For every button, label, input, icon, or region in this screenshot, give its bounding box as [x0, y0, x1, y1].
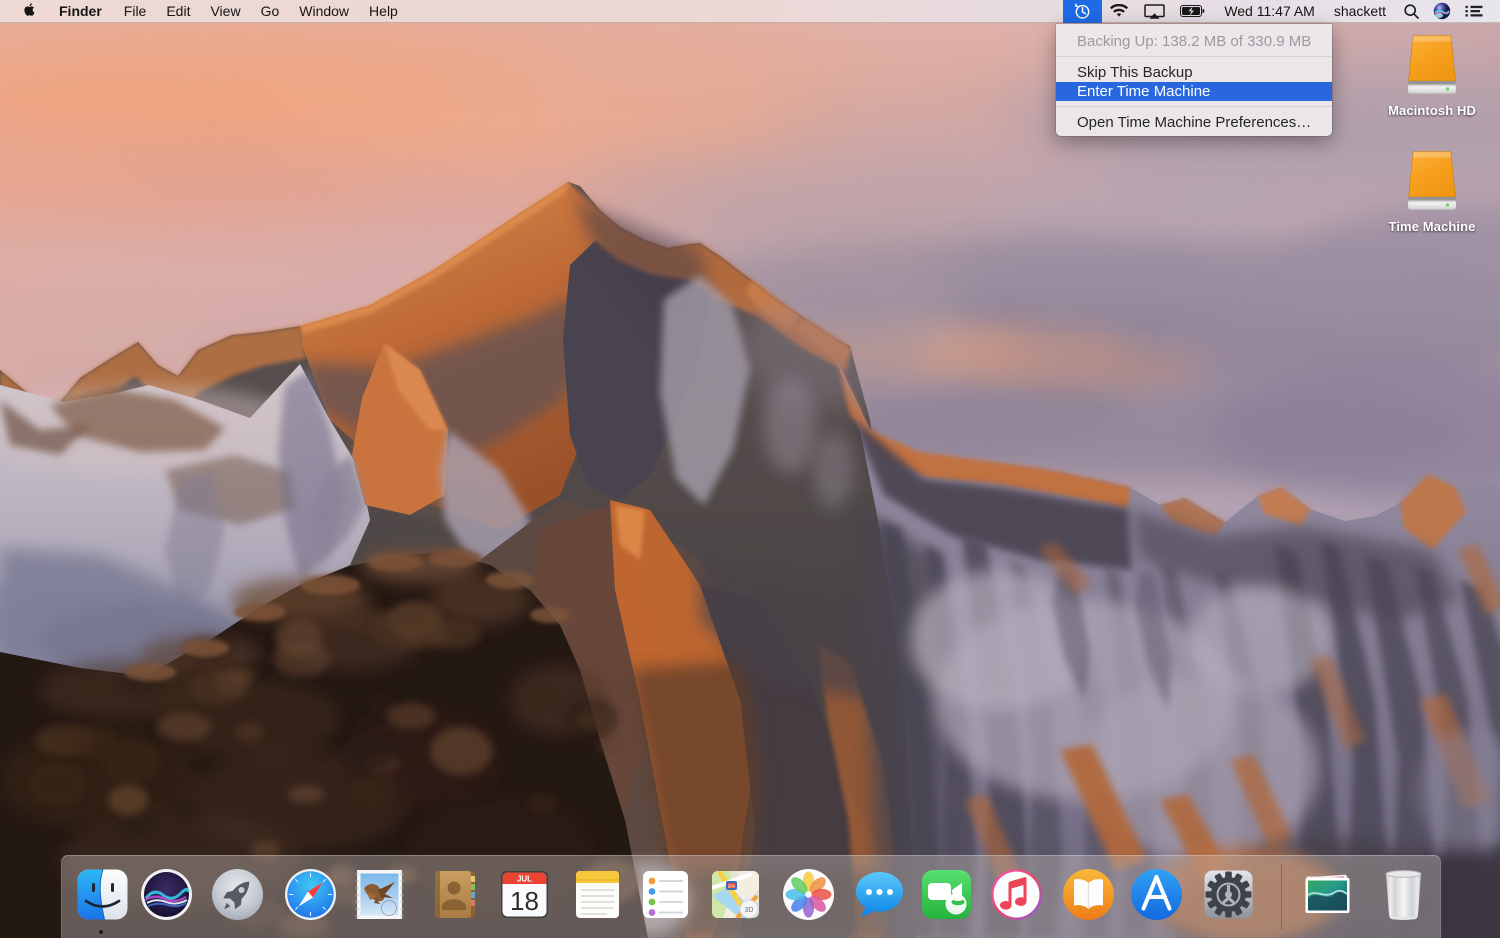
svg-text:280: 280 [727, 884, 735, 889]
svg-text:JUL: JUL [516, 874, 531, 883]
svg-text:18: 18 [510, 886, 539, 916]
svg-text:3D: 3D [744, 907, 753, 914]
